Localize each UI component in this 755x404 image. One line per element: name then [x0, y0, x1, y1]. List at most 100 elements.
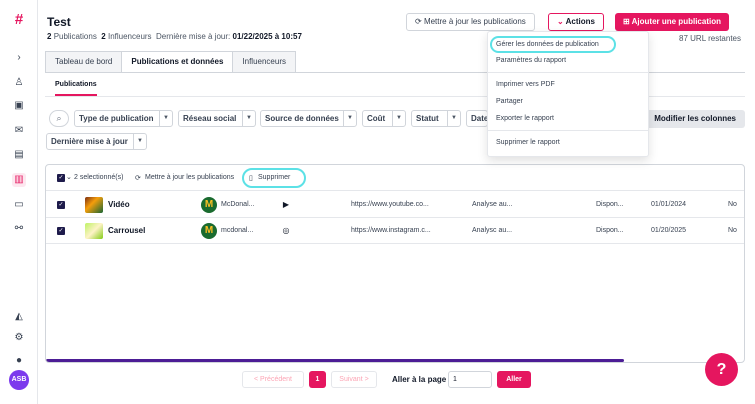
filter-publication-type[interactable]: Type de publication ▼ — [74, 110, 173, 127]
tab-dashboard[interactable]: Tableau de bord — [45, 51, 123, 72]
chevron-down-icon[interactable]: ⌄ — [66, 173, 72, 181]
influencer-name[interactable]: mcdonal... — [221, 227, 253, 234]
publication-name[interactable]: Carrousel — [108, 226, 145, 235]
caret-down-icon: ▼ — [242, 111, 255, 126]
contact-card-icon[interactable]: ▣ — [12, 99, 26, 113]
menu-item-print-pdf[interactable]: Imprimer vers PDF — [496, 81, 555, 88]
refresh-icon: ⟳ — [135, 175, 141, 182]
user-plus-icon[interactable]: ♙ — [12, 76, 26, 90]
last-update-label: Dernière mise à jour: — [156, 32, 231, 41]
publication-url[interactable]: https://www.instagram.c... — [351, 227, 431, 234]
last-update-value: 01/22/2025 à 10:57 — [232, 32, 302, 41]
row-checkbox[interactable]: ✓ — [57, 227, 65, 235]
menu-item-delete-report[interactable]: Supprimer le rapport — [496, 139, 560, 146]
tab-influencers[interactable]: Influenceurs — [232, 51, 296, 72]
sidebar: # › ♙ ▣ ✉ ▤ ▥ ▭ ⚯ ◭ ⚙ ● ASB — [0, 0, 38, 404]
update-publications-button[interactable]: ⟳ Mettre à jour les publications — [406, 13, 535, 31]
help-chat-button[interactable]: ? — [705, 353, 738, 386]
status-cell: Dispon... — [596, 227, 624, 234]
menu-item-report-settings[interactable]: Paramètres du rapport — [496, 57, 566, 64]
filter-social-network[interactable]: Réseau social ▼ — [178, 110, 256, 127]
go-button[interactable]: Aller — [497, 371, 531, 388]
previous-page-button[interactable]: < Précédent — [242, 371, 304, 388]
caret-down-icon: ▼ — [343, 111, 356, 126]
extra-cell: No — [728, 227, 737, 234]
main-content: Test 2 Publications 2 Influenceurs Derni… — [38, 0, 755, 404]
plus-square-icon: ⊞ — [623, 17, 630, 26]
analysis-cell: Analysc au... — [472, 227, 513, 234]
horizontal-scrollbar[interactable] — [46, 359, 624, 362]
filter-data-source[interactable]: Source de données ▼ — [260, 110, 357, 127]
page-title: Test — [47, 15, 71, 29]
filter-status-label: Statut — [416, 114, 439, 123]
date-cell: 01/20/2025 — [651, 227, 687, 234]
refresh-icon: ⟳ — [415, 17, 422, 26]
mail-icon[interactable]: ✉ — [12, 124, 26, 138]
publication-url[interactable]: https://www.youtube.co... — [351, 201, 429, 208]
filter-last-update[interactable]: Dernière mise à jour ▼ — [46, 133, 147, 150]
megaphone-icon[interactable]: ◭ — [12, 310, 26, 324]
calendar-icon[interactable]: ▤ — [12, 148, 26, 162]
toolbar-update-button[interactable]: Mettre à jour les publications — [145, 174, 234, 181]
modify-columns-button[interactable]: Modifier les colonnes — [645, 110, 745, 128]
caret-down-icon: ▼ — [392, 111, 405, 126]
select-all-checkbox[interactable]: ✓ — [57, 174, 65, 182]
update-publications-label: Mettre à jour les publications — [423, 17, 526, 26]
filter-cost[interactable]: Coût ▼ — [362, 110, 406, 127]
table-toolbar: ✓ ⌄ 2 selectionné(s) ⟳ Mettre à jour les… — [46, 165, 744, 191]
analysis-cell: Analyse au... — [472, 201, 513, 208]
caret-down-icon: ▼ — [133, 134, 146, 149]
filter-date[interactable]: Date — [466, 110, 488, 127]
trash-icon: ▯ — [249, 175, 253, 182]
chevron-right-icon[interactable]: › — [12, 51, 26, 65]
actions-button[interactable]: ⌄ Actions — [548, 13, 604, 31]
page-number-button[interactable]: 1 — [309, 371, 326, 388]
url-remaining: 87 URL restantes — [679, 34, 741, 43]
publications-label: Publications — [53, 32, 97, 41]
app-logo[interactable]: # — [11, 12, 27, 28]
subtab-publications[interactable]: Publications — [55, 81, 97, 96]
bar-chart-icon[interactable]: ▥ — [12, 173, 26, 187]
caret-down-icon: ▼ — [447, 111, 460, 126]
table-row[interactable]: ✓ Carrousel M mcdonal... ◎ https://www.i… — [46, 218, 744, 244]
report-summary: 2 Publications 2 Influenceurs Dernière m… — [47, 32, 302, 41]
table-row[interactable]: ✓ Vidéo M McDonal... ▶ https://www.youtu… — [46, 192, 744, 218]
menu-item-manage-data[interactable]: Gérer les données de publication — [496, 41, 599, 48]
tabs: Tableau de bord Publications et données … — [45, 51, 296, 73]
actions-label: Actions — [565, 17, 595, 26]
share-nodes-icon[interactable]: ⚯ — [12, 222, 26, 236]
actions-dropdown-menu: Gérer les données de publication Paramèt… — [487, 31, 649, 157]
filter-data-source-label: Source de données — [265, 114, 339, 123]
tab-publications[interactable]: Publications et données — [121, 51, 234, 73]
settings-icon[interactable]: ⚙ — [12, 331, 26, 345]
publications-table: ✓ ⌄ 2 selectionné(s) ⟳ Mettre à jour les… — [45, 164, 745, 363]
extra-cell: No — [728, 201, 737, 208]
publication-thumbnail — [85, 223, 103, 239]
publications-count: 2 — [47, 32, 52, 41]
menu-item-export[interactable]: Exporter le rapport — [496, 115, 554, 122]
menu-divider — [488, 72, 648, 73]
next-page-button[interactable]: Suivant > — [331, 371, 377, 388]
caret-down-icon: ▼ — [159, 111, 172, 126]
goto-page-label: Aller à la page — [392, 375, 447, 384]
wallet-icon[interactable]: ▭ — [12, 198, 26, 212]
filter-publication-type-label: Type de publication — [79, 114, 154, 123]
influencers-count: 2 — [101, 32, 106, 41]
filter-cost-label: Coût — [367, 114, 386, 123]
avatar[interactable]: ASB — [9, 370, 29, 390]
add-publication-button[interactable]: ⊞ Ajouter une publication — [615, 13, 729, 31]
instagram-icon: ◎ — [282, 226, 290, 235]
publication-name[interactable]: Vidéo — [108, 200, 130, 209]
status-cell: Dispon... — [596, 201, 624, 208]
filter-status[interactable]: Statut ▼ — [411, 110, 461, 127]
filter-social-network-label: Réseau social — [183, 114, 237, 123]
search-icon[interactable]: ⌕ — [49, 110, 69, 127]
influencer-name[interactable]: McDonal... — [221, 201, 254, 208]
goto-page-input[interactable]: 1 — [448, 371, 492, 388]
mcdonalds-logo: M — [201, 223, 217, 239]
row-checkbox[interactable]: ✓ — [57, 201, 65, 209]
user-icon[interactable]: ● — [12, 354, 26, 368]
delete-button[interactable]: Supprimer — [258, 174, 290, 181]
menu-divider — [488, 130, 648, 131]
menu-item-share[interactable]: Partager — [496, 98, 523, 105]
